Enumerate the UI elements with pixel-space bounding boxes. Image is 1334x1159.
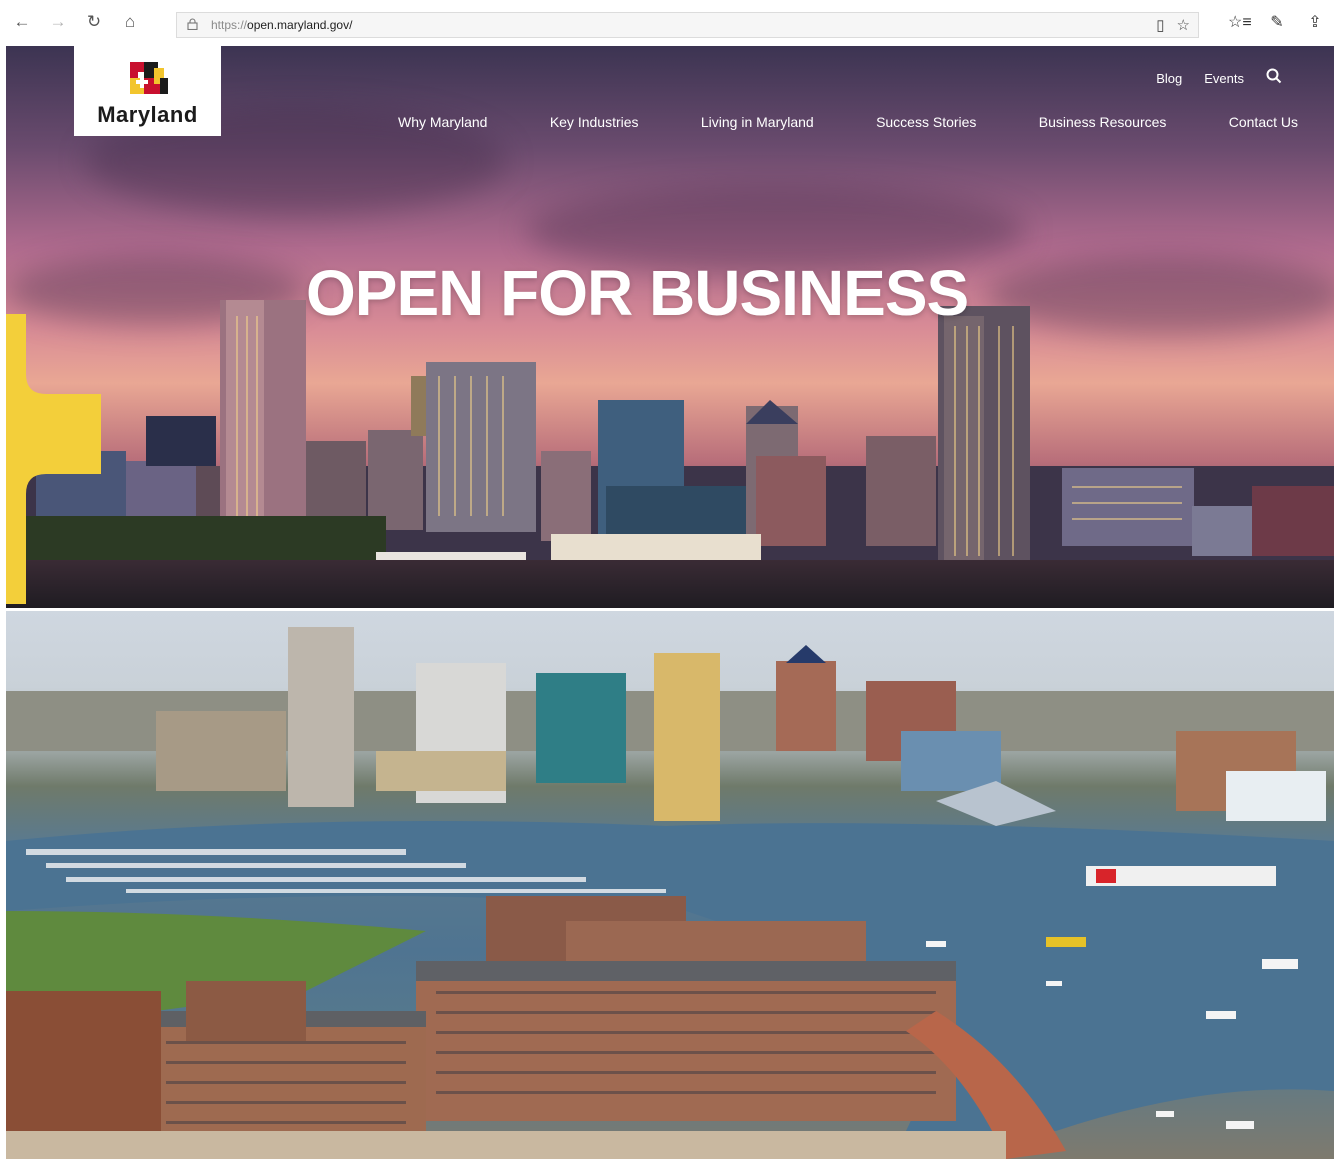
utility-nav: Blog Events: [1156, 68, 1282, 89]
url-scheme: https://: [211, 18, 248, 32]
nav-business-resources[interactable]: Business Resources: [1039, 114, 1167, 130]
address-bar[interactable]: https://open.maryland.gov/ ▯ ☆: [176, 12, 1199, 38]
harbor-aerial-image: [6, 627, 1334, 1159]
logo-text: Maryland: [97, 102, 198, 127]
harbor-water: [6, 560, 1334, 608]
nav-living-in-maryland[interactable]: Living in Maryland: [701, 114, 814, 130]
refresh-icon[interactable]: ↻: [80, 8, 108, 36]
hero-banner: Maryland Blog Events Why Maryland Key In…: [6, 46, 1334, 608]
nav-events-link[interactable]: Events: [1204, 71, 1244, 86]
home-icon[interactable]: ⌂: [116, 8, 144, 36]
main-nav: Why Maryland Key Industries Living in Ma…: [398, 114, 1298, 130]
state-flag-cross-accent: [6, 314, 101, 604]
maryland-flag-icon: [129, 62, 168, 94]
favorites-bar-icon[interactable]: ☆≡: [1228, 12, 1252, 32]
maryland-logo[interactable]: Maryland: [74, 46, 221, 136]
browser-toolbar: ← → ↻ ⌂ https://open.maryland.gov/ ▯ ☆ ☆…: [0, 0, 1334, 44]
nav-success-stories[interactable]: Success Stories: [876, 114, 976, 130]
search-icon[interactable]: [1266, 68, 1282, 89]
nav-contact-us[interactable]: Contact Us: [1229, 114, 1298, 130]
url-host: open.maryland.gov/: [247, 18, 353, 32]
forward-icon[interactable]: →: [44, 8, 72, 36]
lock-icon: [187, 17, 205, 33]
inner-harbor-photo: [6, 611, 1334, 1159]
nav-why-maryland[interactable]: Why Maryland: [398, 114, 487, 130]
hero-headline: OPEN FOR BUSINESS: [306, 257, 969, 329]
reading-view-icon[interactable]: ▯: [1156, 16, 1164, 34]
favorite-star-icon[interactable]: ☆: [1177, 16, 1190, 34]
share-icon[interactable]: ⇪: [1304, 12, 1326, 32]
nav-blog-link[interactable]: Blog: [1156, 71, 1182, 86]
nav-key-industries[interactable]: Key Industries: [550, 114, 639, 130]
back-icon[interactable]: ←: [8, 8, 36, 36]
pen-icon[interactable]: ✎: [1266, 12, 1288, 32]
